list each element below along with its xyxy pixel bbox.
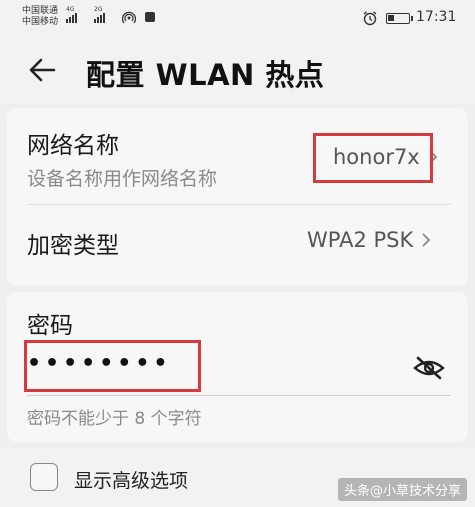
carrier-1: 中国联通 bbox=[22, 6, 59, 16]
encryption-value[interactable]: WPA2 PSK bbox=[307, 228, 431, 252]
hotspot-icon bbox=[122, 11, 136, 24]
signal-2-icon: 2G bbox=[94, 6, 116, 23]
carrier-2: 中国移动 bbox=[22, 17, 59, 27]
alarm-icon bbox=[363, 11, 377, 26]
password-highlight bbox=[24, 340, 201, 392]
password-hint: 密码不能少于 8 个字符 bbox=[27, 409, 202, 429]
net-type-2: 2G bbox=[94, 6, 103, 13]
network-name-label: 网络名称 bbox=[27, 133, 119, 159]
app-header: 配置 WLAN 热点 bbox=[0, 38, 475, 104]
page-title: 配置 WLAN 热点 bbox=[86, 58, 325, 92]
net-type-1: 4G bbox=[66, 6, 75, 13]
divider bbox=[27, 204, 451, 205]
network-name-highlight bbox=[313, 133, 433, 183]
carrier-info: 中国联通 中国移动 bbox=[22, 6, 58, 28]
notification-icon bbox=[145, 12, 155, 22]
password-underline bbox=[27, 395, 451, 396]
back-arrow-icon[interactable] bbox=[28, 56, 56, 84]
network-name-hint: 设备名称用作网络名称 bbox=[27, 168, 218, 190]
signal-1-icon: 4G bbox=[66, 6, 88, 23]
password-label: 密码 bbox=[27, 313, 73, 339]
clock: 17:31 bbox=[416, 9, 457, 25]
eye-off-icon[interactable] bbox=[412, 354, 446, 382]
chevron-right-icon bbox=[422, 233, 431, 247]
advanced-options-checkbox[interactable] bbox=[30, 463, 58, 491]
advanced-options-label[interactable]: 显示高级选项 bbox=[74, 466, 188, 493]
encryption-text: WPA2 PSK bbox=[307, 228, 414, 252]
watermark: 头条@小草技术分享 bbox=[338, 478, 468, 501]
battery-icon bbox=[386, 13, 413, 24]
status-bar: 中国联通 中国移动 4G 2G 17:31 bbox=[0, 0, 475, 38]
encryption-label: 加密类型 bbox=[27, 233, 119, 259]
